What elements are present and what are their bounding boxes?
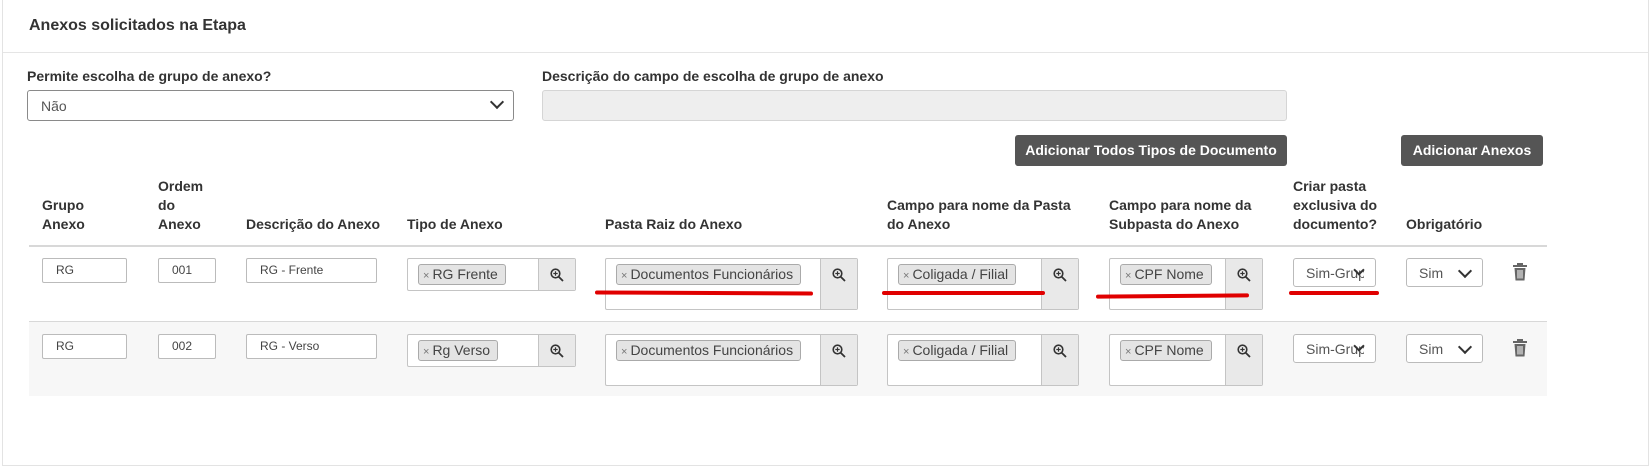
ordem-input[interactable]: 002: [158, 334, 216, 359]
th-grupo: Grupo Anexo: [42, 197, 85, 232]
descricao-label: Descrição do campo de escolha de grupo d…: [542, 68, 884, 84]
campo-pasta-lookup-button[interactable]: [1041, 259, 1078, 309]
pasta-tag: × Documentos Funcionários: [616, 264, 802, 285]
add-attachments-button[interactable]: Adicionar Anexos: [1401, 135, 1543, 166]
campo-subpasta-tag: × CPF Nome: [1120, 264, 1212, 285]
panel-title: Anexos solicitados na Etapa: [29, 17, 246, 34]
ordem-input[interactable]: 001: [158, 258, 216, 283]
tipo-lookup[interactable]: × Rg Verso: [407, 334, 576, 367]
campo-subpasta-lookup[interactable]: × CPF Nome: [1109, 334, 1263, 386]
zoom-in-icon: [550, 344, 564, 358]
chevron-down-icon: [489, 94, 505, 110]
th-pasta: Pasta Raiz do Anexo: [605, 216, 743, 232]
descricao-input-row[interactable]: RG - Verso: [246, 334, 377, 359]
pasta-lookup-button[interactable]: [820, 259, 857, 309]
tipo-tag: × Rg Verso: [418, 340, 499, 361]
th-criar-pasta: Criar pasta exclusiva do documento?: [1293, 178, 1378, 232]
permite-label: Permite escolha de grupo de anexo?: [27, 68, 272, 84]
pasta-lookup[interactable]: × Documentos Funcionários: [605, 334, 858, 386]
remove-tag-icon[interactable]: ×: [1125, 346, 1131, 358]
attachments-panel: Anexos solicitados na Etapa Permite esco…: [2, 0, 1649, 466]
tipo-lookup[interactable]: × RG Frente: [407, 258, 576, 291]
zoom-in-icon: [832, 268, 846, 282]
tipo-lookup-button[interactable]: [538, 335, 575, 366]
remove-tag-icon[interactable]: ×: [621, 346, 627, 358]
pasta-lookup[interactable]: × Documentos Funcionários: [605, 258, 858, 310]
th-campo-pasta: Campo para nome da Pasta do Anexo: [887, 197, 1071, 232]
chevron-down-icon: [1457, 263, 1473, 279]
th-obrigatorio: Obrigatório: [1406, 216, 1483, 232]
remove-tag-icon[interactable]: ×: [423, 270, 429, 282]
campo-pasta-lookup-button[interactable]: [1041, 335, 1078, 385]
campo-subpasta-lookup-button[interactable]: [1225, 259, 1262, 309]
red-annotation-underline: [1289, 291, 1379, 295]
zoom-in-icon: [550, 268, 564, 282]
campo-subpasta-tag: × CPF Nome: [1120, 340, 1212, 361]
th-descricao: Descrição do Anexo: [246, 216, 381, 232]
pasta-lookup-button[interactable]: [820, 335, 857, 385]
tipo-tag: × RG Frente: [418, 264, 506, 285]
red-annotation-underline: [882, 291, 1045, 295]
add-all-document-types-button[interactable]: Adicionar Todos Tipos de Documento: [1015, 135, 1287, 166]
remove-tag-icon[interactable]: ×: [621, 270, 627, 282]
trash-icon[interactable]: [1512, 339, 1528, 357]
zoom-in-icon: [832, 344, 846, 358]
campo-pasta-tag: × Coligada / Filial: [898, 340, 1017, 361]
permite-value: Não: [41, 98, 67, 114]
grupo-input[interactable]: RG: [42, 258, 127, 283]
descricao-input-row[interactable]: RG - Frente: [246, 258, 377, 283]
trash-icon[interactable]: [1512, 263, 1528, 281]
th-ordem: Ordem do Anexo: [158, 178, 204, 232]
pasta-tag: × Documentos Funcionários: [616, 340, 802, 361]
criar-pasta-select[interactable]: Sim-Grupo: [1293, 258, 1376, 287]
descricao-input[interactable]: [542, 90, 1287, 121]
campo-pasta-tag: × Coligada / Filial: [898, 264, 1017, 285]
obrigatorio-select[interactable]: Sim: [1406, 334, 1483, 363]
th-tipo: Tipo de Anexo: [407, 216, 503, 232]
criar-pasta-select[interactable]: Sim-Grupo: [1293, 334, 1376, 363]
campo-pasta-lookup[interactable]: × Coligada / Filial: [887, 334, 1079, 386]
remove-tag-icon[interactable]: ×: [423, 346, 429, 358]
zoom-in-icon: [1237, 268, 1251, 282]
remove-tag-icon[interactable]: ×: [903, 270, 909, 282]
campo-subpasta-lookup[interactable]: × CPF Nome: [1109, 258, 1263, 310]
th-campo-subpasta: Campo para nome da Subpasta do Anexo: [1109, 197, 1252, 232]
campo-subpasta-lookup-button[interactable]: [1225, 335, 1262, 385]
zoom-in-icon: [1053, 344, 1067, 358]
permite-select[interactable]: Não: [27, 90, 514, 121]
remove-tag-icon[interactable]: ×: [1125, 270, 1131, 282]
remove-tag-icon[interactable]: ×: [903, 346, 909, 358]
grupo-input[interactable]: RG: [42, 334, 127, 359]
chevron-down-icon: [1457, 339, 1473, 355]
zoom-in-icon: [1237, 344, 1251, 358]
panel-header: Anexos solicitados na Etapa: [3, 0, 1648, 53]
zoom-in-icon: [1053, 268, 1067, 282]
campo-pasta-lookup[interactable]: × Coligada / Filial: [887, 258, 1079, 310]
obrigatorio-select[interactable]: Sim: [1406, 258, 1483, 287]
table-header-divider: [29, 245, 1547, 247]
tipo-lookup-button[interactable]: [538, 259, 575, 290]
